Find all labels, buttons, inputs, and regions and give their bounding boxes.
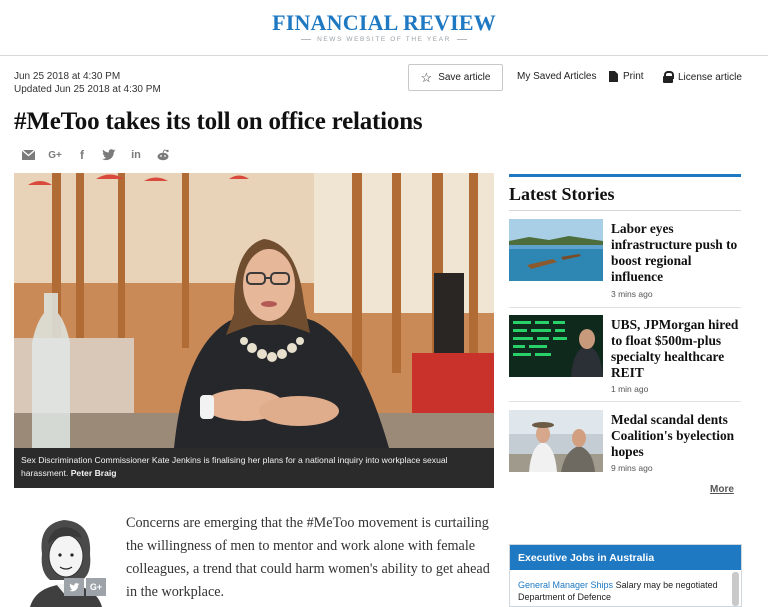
job-title-link[interactable]: General Manager Ships [518,580,613,590]
linkedin-icon[interactable]: in [128,148,144,162]
author-google-plus-icon[interactable]: G+ [86,578,106,596]
reddit-icon[interactable] [155,148,171,162]
job-listing: General Manager Ships Salary may be nego… [518,580,718,590]
article-intro: Concerns are emerging that the #MeToo mo… [126,515,490,600]
story-time: 3 mins ago [611,289,653,299]
story-item[interactable]: Labor eyes infrastructure push to boost … [509,219,741,307]
print-label: Print [623,71,644,82]
published-date: Jun 25 2018 at 4:30 PM [14,71,121,82]
lock-icon [663,71,674,83]
my-saved-articles-link[interactable]: My Saved Articles [517,71,596,82]
license-article-button[interactable]: License article [663,71,742,83]
twitter-icon[interactable] [101,148,117,162]
save-article-button[interactable]: ☆ Save article [408,64,503,91]
share-bar: G+ f in [20,148,171,162]
photo-credit: Peter Braig [70,468,117,478]
save-article-label: Save article [438,72,491,83]
email-icon[interactable] [20,148,36,162]
article-dates: Jun 25 2018 at 4:30 PM Updated Jun 25 20… [14,70,161,96]
story-thumbnail[interactable] [509,410,603,472]
article-hero-image [14,173,494,448]
article-headline: #MeToo takes its toll on office relation… [14,108,423,135]
job-salary: Salary may be negotiated [615,580,718,590]
executive-jobs-widget: Executive Jobs in Australia General Mana… [509,544,742,607]
print-icon [609,71,618,82]
site-logo[interactable]: FINANCIAL REVIEW [0,10,768,36]
story-time: 1 min ago [611,384,649,394]
story-divider [509,307,741,308]
story-divider [509,401,741,402]
masthead: FINANCIAL REVIEW NEWS WEBSITE OF THE YEA… [0,0,768,56]
latest-stories-title: Latest Stories [509,177,741,211]
facebook-icon[interactable]: f [74,148,90,162]
author-social: G+ [64,578,106,596]
more-stories-link[interactable]: More [710,484,734,495]
story-title[interactable]: Labor eyes infrastructure push to boost … [611,221,743,285]
site-tagline: NEWS WEBSITE OF THE YEAR [0,36,768,43]
my-saved-articles-label: My Saved Articles [517,71,597,82]
author-twitter-icon[interactable] [64,578,84,596]
star-icon: ☆ [420,70,433,85]
google-plus-icon[interactable]: G+ [47,148,63,162]
jobs-scrollbar[interactable] [732,572,739,606]
license-article-label: License article [678,71,742,83]
updated-date: Updated Jun 25 2018 at 4:30 PM [14,84,161,95]
print-button[interactable]: Print [609,71,644,82]
story-title[interactable]: Medal scandal dents Coalition's byelecti… [611,412,743,460]
story-thumbnail[interactable] [509,315,603,377]
job-employer: Department of Defence [518,592,612,602]
story-time: 9 mins ago [611,463,653,473]
latest-stories-header: Latest Stories [509,174,741,211]
story-item[interactable]: Medal scandal dents Coalition's byelecti… [509,410,741,498]
story-item[interactable]: UBS, JPMorgan hired to float $500m-plus … [509,315,741,403]
hero-caption: Sex Discrimination Commissioner Kate Jen… [14,448,494,488]
jobs-widget-title: Executive Jobs in Australia [510,545,741,570]
story-thumbnail[interactable] [509,219,603,281]
story-title[interactable]: UBS, JPMorgan hired to float $500m-plus … [611,317,743,381]
